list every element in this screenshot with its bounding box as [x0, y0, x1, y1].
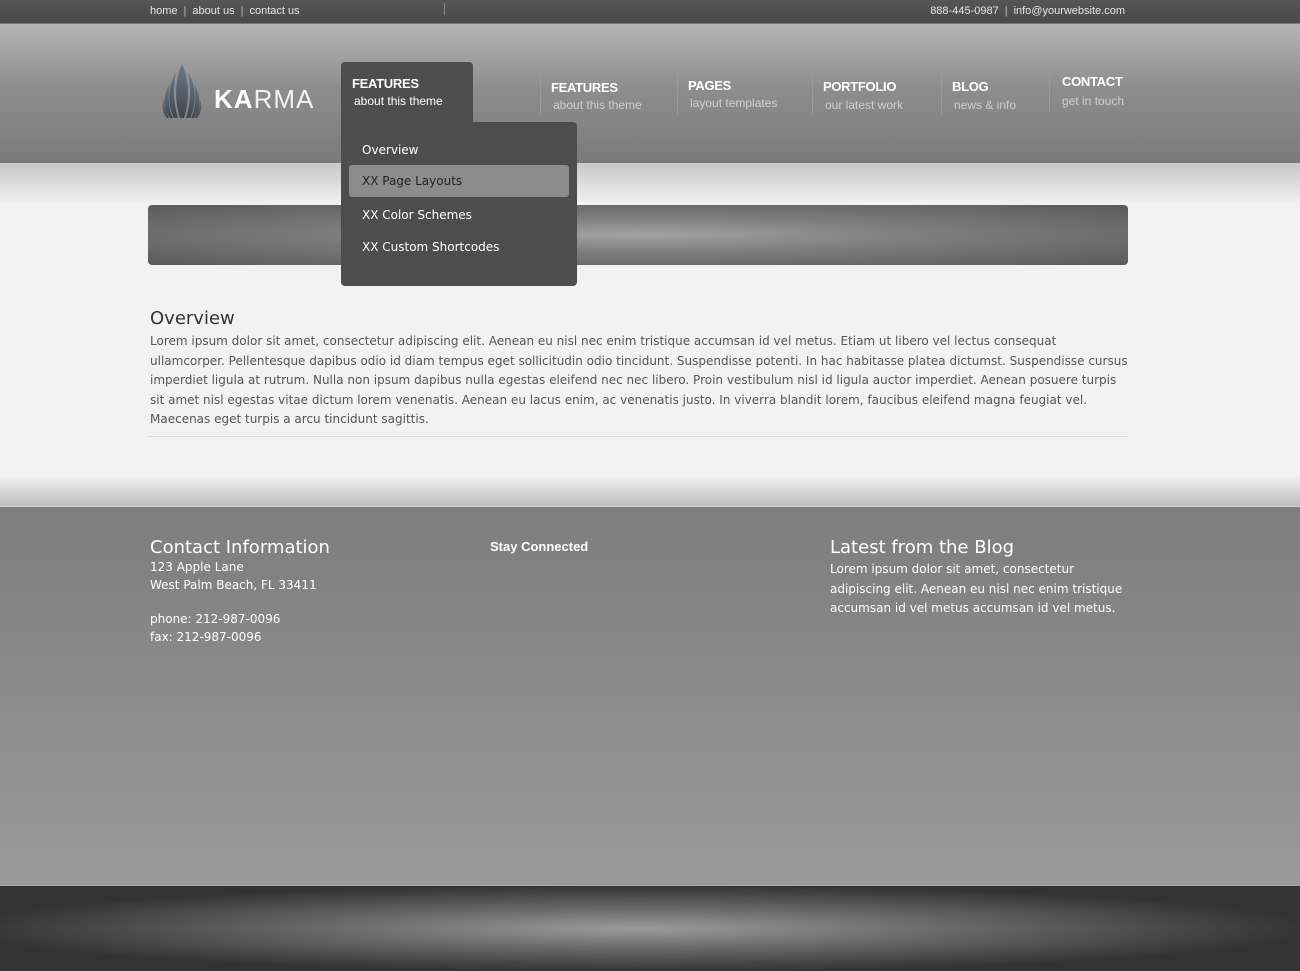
about-us-link[interactable]: about us	[192, 5, 234, 17]
contact-address: 123 Apple Lane West Palm Beach, FL 33411…	[150, 559, 330, 646]
footer-social-title: Stay Connected	[490, 539, 589, 554]
separator: |	[240, 5, 244, 17]
nav-title: FEATURES	[352, 76, 419, 91]
footer-bottom-bar	[0, 885, 1300, 971]
footer-contact-title: Contact Information	[150, 537, 330, 558]
nav-item-pages[interactable]: PAGES layout templates	[677, 72, 777, 114]
contact-phone: phone: 212-987-0096	[150, 612, 281, 626]
site-header: KARMA FEATURES about this theme FEATURES…	[0, 24, 1300, 164]
footer-blog-column: Latest from the Blog Lorem ipsum dolor s…	[830, 537, 1130, 619]
footer-shadow-band	[0, 476, 1300, 506]
logo-wordmark: KARMA	[214, 84, 315, 114]
top-contact-info: 888-445-0987 | info@yourwebsite.com	[930, 5, 1125, 17]
content-divider	[148, 436, 1128, 437]
site-footer: Contact Information 123 Apple Lane West …	[0, 506, 1300, 886]
address-city: West Palm Beach, FL 33411	[150, 577, 317, 592]
dropdown-item-color-schemes[interactable]: XX Color Schemes	[349, 199, 569, 231]
features-dropdown-menu: Overview XX Page Layouts XX Color Scheme…	[341, 122, 577, 286]
nav-subtitle: about this theme	[553, 98, 642, 112]
nav-item-features-active[interactable]: FEATURES about this theme	[341, 62, 473, 124]
nav-title: FEATURES	[551, 80, 618, 95]
top-links: home | about us | contact us	[150, 5, 300, 17]
dropdown-item-custom-shortcodes[interactable]: XX Custom Shortcodes	[349, 231, 569, 263]
footer-contact-column: Contact Information 123 Apple Lane West …	[150, 537, 330, 646]
footer-social-column: Stay Connected	[490, 539, 588, 554]
content-paragraph: Lorem ipsum dolor sit amet, consectetur …	[150, 334, 1128, 426]
logo-flame-icon	[162, 64, 202, 118]
phone-number: 888-445-0987	[930, 5, 999, 17]
nav-item-contact[interactable]: CONTACT get in touch	[1049, 70, 1124, 112]
contact-fax: fax: 212-987-0096	[150, 629, 262, 644]
nav-title: PORTFOLIO	[823, 79, 897, 94]
nav-subtitle: get in touch	[1062, 94, 1125, 108]
footer-blog-title: Latest from the Blog	[830, 537, 1015, 558]
separator: |	[183, 5, 187, 17]
footer-blog-excerpt: Lorem ipsum dolor sit amet, consectetur …	[830, 562, 1123, 615]
nav-subtitle: our latest work	[825, 98, 904, 112]
page-title: Overview	[150, 308, 235, 329]
nav-title: PAGES	[688, 78, 732, 93]
nav-title: CONTACT	[1062, 74, 1123, 89]
home-link[interactable]: home	[150, 5, 178, 17]
contact-us-link[interactable]: contact us	[249, 5, 299, 17]
address-street: 123 Apple Lane	[150, 560, 244, 574]
divider	[444, 3, 445, 15]
nav-item-blog[interactable]: BLOG news & info	[941, 72, 1016, 114]
nav-subtitle: layout templates	[690, 96, 778, 110]
dropdown-item-page-layouts[interactable]: XX Page Layouts	[349, 165, 569, 197]
nav-item-portfolio[interactable]: PORTFOLIO our latest work	[812, 72, 903, 114]
nav-subtitle: about this theme	[354, 94, 443, 108]
nav-title: BLOG	[952, 79, 989, 94]
top-utility-bar: home | about us | contact us 888-445-0987 | in…	[0, 0, 1300, 24]
nav-subtitle: news & info	[954, 98, 1017, 112]
site-logo[interactable]: KARMA	[160, 62, 320, 120]
nav-item-features[interactable]: FEATURES about this theme	[540, 72, 642, 114]
email-link[interactable]: info@yourwebsite.com	[1014, 5, 1125, 17]
dropdown-item-overview[interactable]: Overview	[349, 134, 569, 166]
page-banner	[148, 205, 1128, 265]
separator: |	[1004, 5, 1008, 17]
header-shadow-band	[0, 164, 1300, 204]
